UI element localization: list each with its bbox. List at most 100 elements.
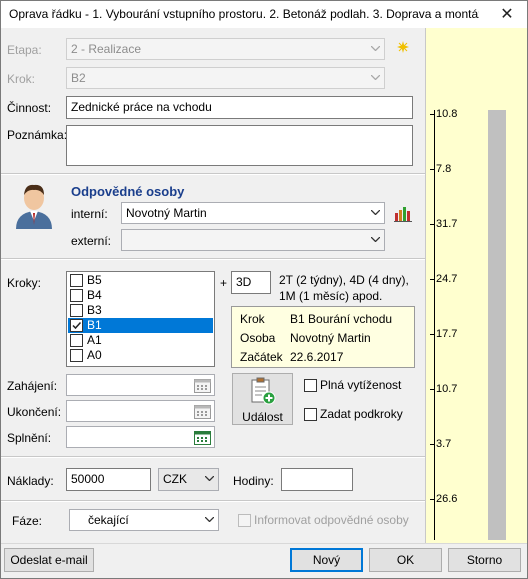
event-button[interactable]: Událost [232, 373, 293, 425]
timeline-tick-mark [430, 334, 435, 335]
chevron-down-icon [201, 469, 218, 489]
zahajeni-label: Zahájení: [7, 379, 58, 393]
external-person-select[interactable] [121, 229, 385, 251]
cinnost-label: Činnost: [7, 101, 52, 115]
info-zacatek-key: Začátek [240, 350, 283, 364]
krok-value: B2 [71, 71, 86, 85]
checkbox[interactable] [70, 274, 83, 287]
steps-list-item[interactable]: A1 [68, 333, 213, 348]
timeline-tick-mark [430, 224, 435, 225]
internal-label: interní: [71, 207, 108, 221]
hours-label: Hodiny: [233, 474, 274, 488]
timeline-tick-label: 31.7 [436, 218, 458, 230]
steps-list[interactable]: B5 B4 B3 B1 A1 A0 [66, 271, 215, 367]
full-load-label: Plná vytíženost [320, 378, 402, 392]
timeline-tick-label: 24.7 [436, 273, 458, 285]
ukonceni-date-input[interactable] [66, 400, 215, 422]
poznamka-input[interactable] [66, 125, 413, 166]
full-load-checkbox[interactable] [304, 379, 317, 392]
krok-label: Krok: [7, 72, 36, 86]
step-label: A1 [87, 333, 102, 347]
timeline-tick-mark [430, 114, 435, 115]
checkbox-checked[interactable] [70, 319, 83, 332]
external-label: externí: [71, 234, 112, 248]
step-label: B4 [87, 288, 102, 302]
timeline-tick-label: 10.8 [436, 108, 458, 120]
info-krok-value: B1 Bourání vchodu [290, 312, 393, 326]
etapa-select: 2 - Realizace [66, 38, 385, 60]
zahajeni-date-input[interactable] [66, 374, 215, 396]
steps-list-item[interactable]: B5 [68, 273, 213, 288]
star-icon [397, 41, 409, 53]
steps-list-item[interactable]: B3 [68, 303, 213, 318]
separator-highlight [1, 457, 425, 458]
etapa-value: 2 - Realizace [71, 42, 142, 56]
timeline-tick-label: 10.7 [436, 383, 458, 395]
checkbox[interactable] [70, 334, 83, 347]
calendar-icon[interactable] [194, 404, 211, 419]
step-label: B1 [87, 318, 102, 332]
person-avatar-icon [12, 181, 56, 229]
phase-select[interactable]: čekající [69, 509, 219, 531]
timeline-tick-mark [430, 169, 435, 170]
timeline-tick-mark [430, 279, 435, 280]
splneni-label: Splnění: [7, 431, 52, 445]
cinnost-input[interactable]: Zednické práce na vchodu [66, 96, 413, 119]
poznamka-label: Poznámka: [7, 128, 68, 142]
send-email-button[interactable]: Odeslat e-mail [4, 548, 94, 572]
timeline-panel: 10.87.831.724.717.710.73.726.619.6 [425, 28, 527, 560]
substeps-checkbox[interactable] [304, 408, 317, 421]
ukonceni-label: Ukončení: [7, 405, 62, 419]
chevron-down-icon [367, 68, 384, 88]
internal-person-value: Novotný Martin [126, 206, 207, 220]
costs-label: Náklady: [7, 474, 54, 488]
currency-select[interactable]: CZK [158, 468, 219, 491]
duration-value: 3D [236, 275, 252, 289]
costs-input[interactable]: 50000 [66, 468, 151, 491]
steps-list-item[interactable]: A0 [68, 348, 213, 363]
timeline-tick-label: 7.8 [436, 163, 452, 175]
notify-checkbox[interactable] [238, 514, 251, 527]
title-bar: Oprava řádku - 1. Vybourání vstupního pr… [0, 0, 528, 28]
steps-label: Kroky: [7, 276, 42, 290]
clipboard-add-icon [250, 377, 276, 405]
timeline-tick-mark [430, 499, 435, 500]
info-krok-key: Krok [240, 312, 265, 326]
separator-highlight [1, 501, 425, 502]
internal-person-select[interactable]: Novotný Martin [121, 202, 385, 224]
separator-highlight [1, 259, 425, 260]
timeline-bar [488, 110, 506, 540]
duration-input[interactable]: 3D [231, 271, 271, 294]
ok-button[interactable]: OK [369, 548, 442, 572]
cancel-button[interactable]: Storno [448, 548, 521, 572]
checkbox[interactable] [70, 289, 83, 302]
etapa-label: Etapa: [7, 43, 42, 57]
info-osoba-value: Novotný Martin [290, 331, 371, 345]
splneni-date-input[interactable] [66, 426, 215, 448]
substeps-label: Zadat podkroky [320, 407, 403, 421]
chart-icon[interactable] [394, 204, 412, 222]
steps-list-item[interactable]: B4 [68, 288, 213, 303]
hours-input[interactable] [281, 468, 353, 491]
steps-list-item-selected[interactable]: B1 [68, 318, 213, 333]
close-icon[interactable]: ✕ [487, 1, 527, 29]
new-button[interactable]: Nový [290, 548, 363, 572]
calendar-icon[interactable] [194, 430, 211, 445]
checkbox[interactable] [70, 349, 83, 362]
timeline-tick-mark [430, 389, 435, 390]
timeline-tick-mark [430, 444, 435, 445]
info-osoba-key: Osoba [240, 331, 276, 345]
timeline-axis [434, 110, 435, 540]
chevron-down-icon [201, 510, 218, 530]
checkbox[interactable] [70, 304, 83, 317]
separator-highlight [1, 174, 425, 175]
chevron-down-icon [367, 39, 384, 59]
costs-value: 50000 [71, 472, 105, 486]
step-info-panel: Krok B1 Bourání vchodu Osoba Novotný Mar… [231, 306, 415, 368]
persons-title: Odpovědné osoby [71, 184, 185, 199]
calendar-icon[interactable] [194, 378, 211, 393]
duration-hint-line1: 2T (2 týdny), 4D (4 dny), [279, 273, 409, 287]
chevron-down-icon [367, 203, 384, 223]
window-border-left [0, 28, 1, 579]
event-button-label: Událost [242, 410, 283, 424]
